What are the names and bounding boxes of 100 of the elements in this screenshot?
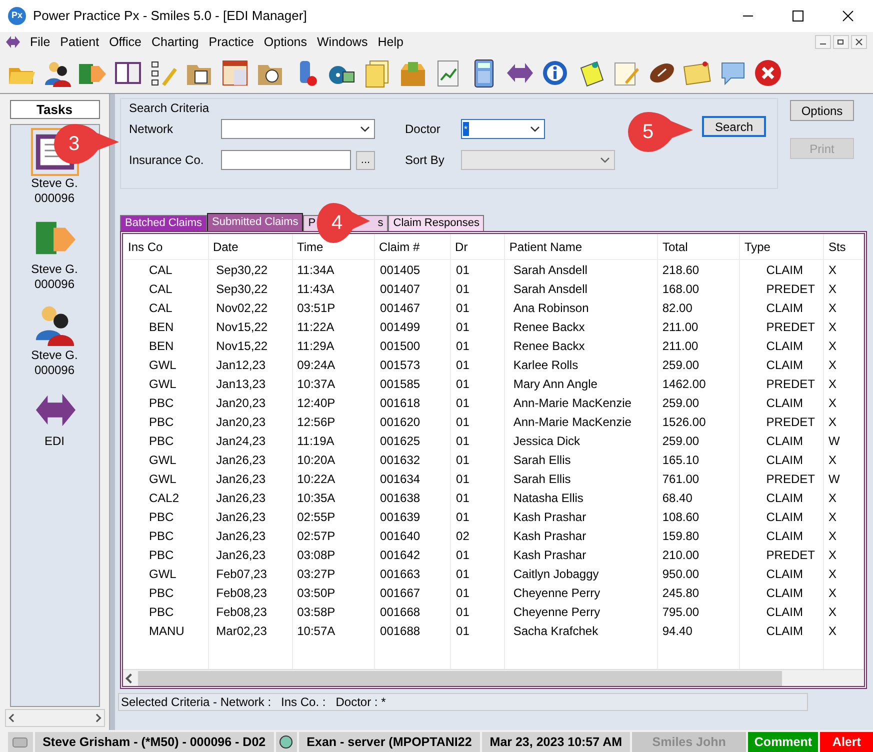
- table-cell: PBC: [123, 545, 210, 564]
- table-cell: Ann-Marie MacKenzie: [505, 412, 658, 431]
- table-cell: 02: [451, 526, 506, 545]
- table-cell: PREDET: [740, 279, 824, 298]
- table-cell: 10:35A: [293, 488, 376, 507]
- table-cell: BEN: [123, 317, 210, 336]
- table-cell: PBC: [123, 602, 210, 621]
- table-cell: X: [824, 355, 864, 374]
- table-cell: X: [824, 450, 864, 469]
- table-cell: CLAIM: [740, 564, 824, 583]
- table-cell: Jessica Dick: [505, 431, 658, 450]
- table-cell: 01: [451, 621, 506, 640]
- table-cell: 01: [451, 469, 506, 488]
- table-cell: 01: [451, 298, 506, 317]
- table-cell: CAL2: [123, 488, 210, 507]
- table-cell: Sarah Ellis: [505, 450, 658, 469]
- table-cell: 211.00: [658, 336, 740, 355]
- table-cell: X: [824, 583, 864, 602]
- table-cell: 001639: [375, 507, 452, 526]
- table-cell: X: [824, 507, 864, 526]
- table-cell: PBC: [123, 583, 210, 602]
- group-title: Search Criteria: [129, 100, 210, 117]
- table-cell: 001667: [375, 583, 452, 602]
- status-cell: Exan - server (MPOPTANI22: [298, 732, 480, 752]
- table-cell: PBC: [123, 507, 210, 526]
- status-cell: Comment: [748, 732, 818, 752]
- table-cell: Sacha Krafchek: [505, 621, 658, 640]
- task-label: EDI: [44, 434, 64, 449]
- table-cell: 001500: [375, 336, 452, 355]
- table-cell: X: [824, 336, 864, 355]
- table-cell: CLAIM: [740, 393, 824, 412]
- table-cell: 01: [451, 545, 506, 564]
- table-cell: Ann-Marie MacKenzie: [505, 393, 658, 412]
- table-cell: 94.40: [658, 621, 740, 640]
- table-cell: 10:20A: [293, 450, 376, 469]
- table-cell: 001618: [375, 393, 452, 412]
- table-cell: X: [824, 317, 864, 336]
- table-cell: Sarah Ansdell: [505, 260, 658, 279]
- table-cell: Jan20,23: [209, 412, 294, 431]
- status-cell: Steve Grisham - (*M50) - 000096 - D02: [34, 732, 274, 752]
- table-cell: 01: [451, 374, 506, 393]
- table-cell: 950.00: [658, 564, 740, 583]
- table-cell: X: [824, 602, 864, 621]
- table-cell: BEN: [123, 336, 210, 355]
- table-cell: CLAIM: [740, 507, 824, 526]
- table-cell: Nov15,22: [209, 317, 294, 336]
- table-cell: 001467: [375, 298, 452, 317]
- table-cell: 1526.00: [658, 412, 740, 431]
- table-cell: Jan24,23: [209, 431, 294, 450]
- table-cell: 168.00: [658, 279, 740, 298]
- table-cell: 795.00: [658, 602, 740, 621]
- table-cell: Kash Prashar: [505, 526, 658, 545]
- table-cell: X: [824, 374, 864, 393]
- table-cell: 001668: [375, 602, 452, 621]
- status-cell: Alert: [820, 732, 873, 752]
- table-cell: PBC: [123, 393, 210, 412]
- table-cell: X: [824, 526, 864, 545]
- table-cell: 01: [451, 583, 506, 602]
- table-cell: CLAIM: [740, 298, 824, 317]
- table-cell: Jan26,23: [209, 507, 294, 526]
- table-cell: CAL: [123, 279, 210, 298]
- table-cell: 001642: [375, 545, 452, 564]
- table-cell: 01: [451, 393, 506, 412]
- table-cell: 03:58P: [293, 602, 376, 621]
- table-cell: 211.00: [658, 317, 740, 336]
- table-cell: Nov15,22: [209, 336, 294, 355]
- table-cell: 108.60: [658, 507, 740, 526]
- table-cell: CLAIM: [740, 526, 824, 545]
- task-label: Steve G. 000096: [31, 348, 78, 378]
- table-cell: Cheyenne Perry: [505, 602, 658, 621]
- table-cell: 218.60: [658, 260, 740, 279]
- selected-criteria-bar: Selected Criteria - Network : Ins Co. : Doctor : *: [118, 693, 808, 711]
- table-cell: 001663: [375, 564, 452, 583]
- table-cell: Ana Robinson: [505, 298, 658, 317]
- table-cell: 001573: [375, 355, 452, 374]
- table-cell: Feb08,23: [209, 602, 294, 621]
- table-cell: Mar02,23: [209, 621, 294, 640]
- table-cell: Jan26,23: [209, 450, 294, 469]
- table-cell: X: [824, 412, 864, 431]
- callout-tooltip: 5: [627, 111, 693, 153]
- table-cell: PREDET: [740, 317, 824, 336]
- table-cell: 03:51P: [293, 298, 376, 317]
- table-cell: GWL: [123, 355, 210, 374]
- status-cell: Mar 23, 2023 10:57 AM: [482, 732, 630, 752]
- table-cell: 01: [451, 317, 506, 336]
- table-cell: CAL: [123, 298, 210, 317]
- table-cell: X: [824, 545, 864, 564]
- table-cell: GWL: [123, 469, 210, 488]
- table-cell: PBC: [123, 526, 210, 545]
- table-cell: PREDET: [740, 374, 824, 393]
- table-cell: 01: [451, 602, 506, 621]
- table-cell: X: [824, 621, 864, 640]
- table-cell: 01: [451, 412, 506, 431]
- table-cell: CLAIM: [740, 583, 824, 602]
- table-cell: Renee Backx: [505, 336, 658, 355]
- table-cell: X: [824, 298, 864, 317]
- table-cell: CAL: [123, 260, 210, 279]
- table-cell: 001638: [375, 488, 452, 507]
- table-cell: 10:57A: [293, 621, 376, 640]
- table-cell: GWL: [123, 564, 210, 583]
